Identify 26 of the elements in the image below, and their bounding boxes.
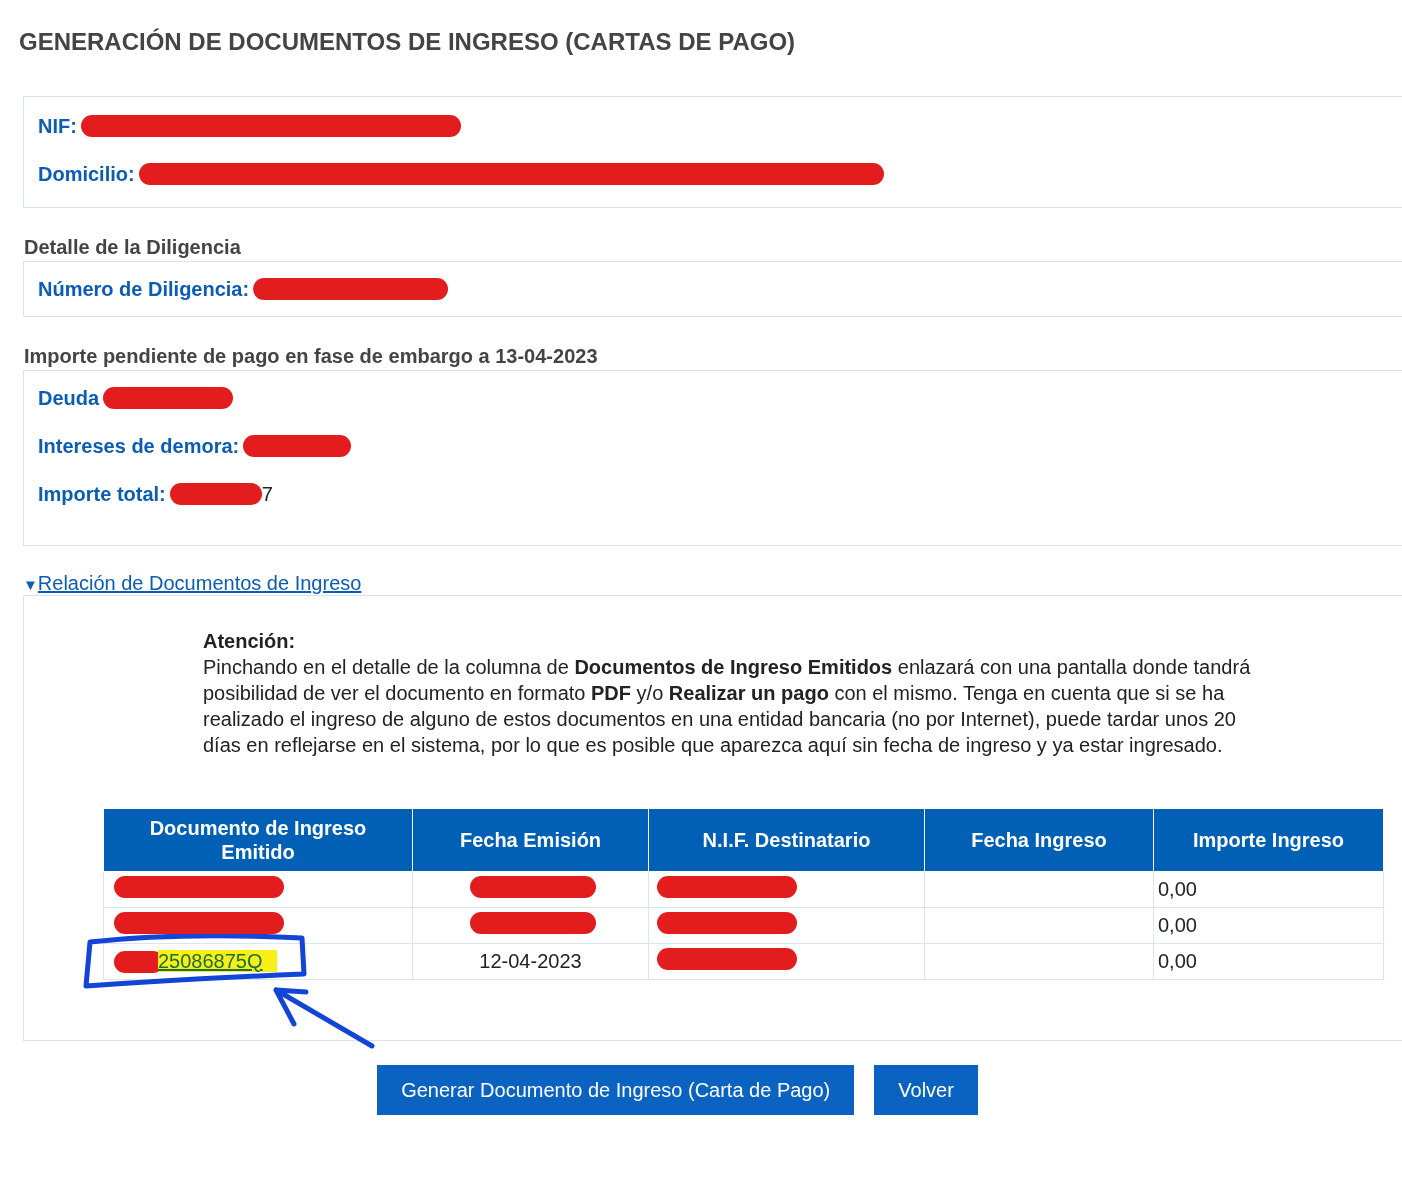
field-label: Importe total: bbox=[38, 482, 166, 506]
field-label: NIF: bbox=[38, 114, 77, 138]
column-header: N.I.F. Destinatario bbox=[648, 808, 925, 872]
table-cell: 0,00 bbox=[1153, 907, 1384, 944]
field-label: Deuda bbox=[38, 386, 100, 410]
section-link[interactable]: Relación de Documentos de Ingreso bbox=[37, 572, 362, 595]
column-header: Fecha Ingreso bbox=[924, 808, 1154, 872]
column-header: Importe Ingreso bbox=[1153, 808, 1384, 872]
section-heading: Importe pendiente de pago en fase de embargo a 13-04-2023 bbox=[24, 345, 599, 368]
table-cell: 0,00 bbox=[1153, 943, 1384, 980]
column-header: Documento de Ingreso Emitido bbox=[103, 808, 413, 872]
action-button[interactable]: Generar Documento de Ingreso (Carta de Pago) bbox=[377, 1065, 855, 1115]
expand-toggle-icon[interactable]: ▼ bbox=[23, 575, 38, 595]
column-header: Fecha Emisión bbox=[412, 808, 649, 872]
field-label: Número de Diligencia: bbox=[38, 277, 250, 301]
action-button[interactable]: Volver bbox=[874, 1065, 978, 1115]
page-title: GENERACIÓN DE DOCUMENTOS DE INGRESO (CARTAS DE PAGO) bbox=[19, 28, 797, 56]
field-value: 7 bbox=[261, 482, 273, 506]
section-heading: Detalle de la Diligencia bbox=[24, 236, 242, 259]
notice-title: Atención: bbox=[203, 629, 297, 654]
document-link[interactable]: 25086875Q bbox=[158, 949, 277, 972]
field-label: Domicilio: bbox=[38, 162, 135, 186]
field-label: Intereses de demora: bbox=[38, 434, 240, 458]
date-text: 12-04-2023 bbox=[479, 950, 582, 972]
notice-text: Pinchando en el detalle de la columna de Documentos de Ingreso Emitidos enlazará con una pantalla donde tandrá posibilidad de ver el documento en formato PDF y/o Realizar un pago con el mismo. Tenga en cuenta que si se ha realizado el ingreso de alguno de estos documentos en una entidad bancaria (no por Internet), puede tardar unos 20 días en reflejarse en el sistema, por lo que es posible que aparezca aquí sin fecha de ingreso y ya estar ingresado. bbox=[203, 655, 1252, 758]
table-cell: 0,00 bbox=[1153, 871, 1384, 908]
